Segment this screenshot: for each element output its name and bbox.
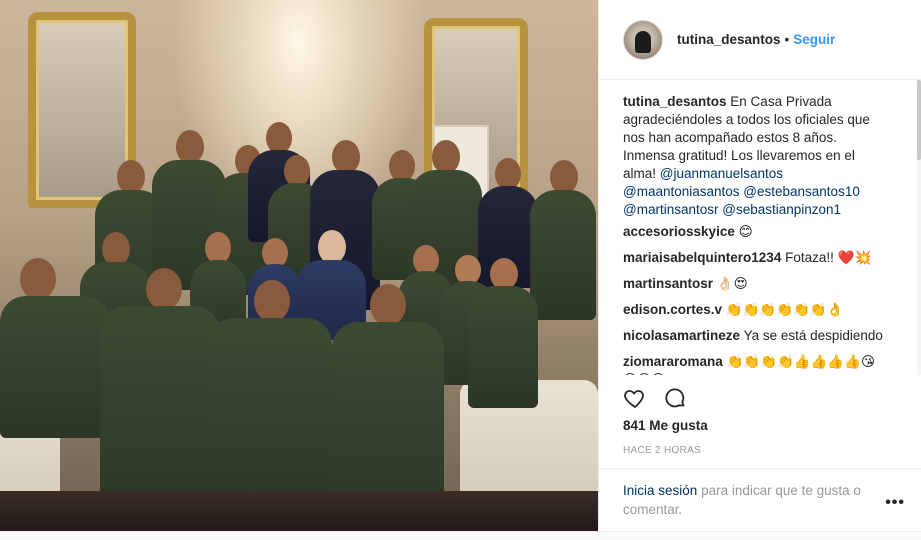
comment-text: Fotaza!! [785,250,834,265]
caption: tutina_desantos En Casa Privada agradeci… [623,93,885,219]
avatar[interactable] [623,19,663,60]
comment-username[interactable]: accesoriosskyice [623,224,735,239]
comments-scrollbar[interactable] [917,80,921,375]
scrollbar-thumb[interactable] [917,80,921,160]
person [468,258,538,408]
mention-link[interactable]: @juanmanuelsantos [660,166,783,181]
header-separator: • [784,32,790,47]
comments-list[interactable]: tutina_desantos En Casa Privada agradeci… [599,80,921,375]
mention-link[interactable]: @estebansantos10 [743,184,860,199]
floor [0,491,598,531]
comment-icon[interactable] [663,386,687,410]
comment-item: mariaisabelquintero1234 Fotaza!! ❤️💥 [623,249,885,267]
comment-emoji: 😊 [738,224,753,240]
post-header: tutina_desantos • Seguir [599,0,921,80]
comment-emoji: 👌🏻😍 [716,276,748,292]
likes-count[interactable]: 841 Me gusta [623,418,708,433]
mention-link[interactable]: @martinsantosr [623,202,718,217]
person [208,280,332,520]
mention-link[interactable]: @maantoniasantos [623,184,740,199]
comment-item: ziomararomana 👏👏👏👏👍👍👍👍😘😉😉😉 [623,353,885,375]
comment-username[interactable]: mariaisabelquintero1234 [623,250,781,265]
login-link[interactable]: Inicia sesión [623,483,697,498]
group-of-people [0,0,598,531]
action-bar [623,385,703,411]
person [530,160,596,320]
person [332,284,444,524]
comment-username[interactable]: nicolasamartineze [623,328,740,343]
person [100,268,220,518]
follow-button[interactable]: Seguir [793,32,835,47]
comment-username[interactable]: ziomararomana [623,354,723,369]
mention-link[interactable]: @sebastianpinzon1 [722,202,841,217]
post-timestamp[interactable]: HACE 2 HORAS [623,445,701,456]
page-bottom-edge [0,531,921,540]
comment-item: nicolasamartineze Ya se está despidiendo [623,327,885,345]
comment-item: martinsantosr 👌🏻😍 [623,275,885,293]
more-options-icon[interactable]: ••• [885,494,905,512]
caption-username[interactable]: tutina_desantos [623,94,727,109]
login-prompt: Inicia sesión para indicar que te gusta … [599,468,921,531]
heart-icon[interactable] [623,386,647,410]
post-photo[interactable] [0,0,598,531]
comment-text: Ya se está despidiendo [743,328,883,343]
person [0,258,110,438]
comment-item: accesoriosskyice 😊 [623,223,885,241]
header-username[interactable]: tutina_desantos [677,32,781,47]
comment-item: edison.cortes.v 👏👏👏👏👏👏👌 [623,301,885,319]
comment-emoji: 👏👏👏👏👏👏👌 [725,302,844,318]
post-sidebar: tutina_desantos • Seguir tutina_desantos… [598,0,921,531]
comment-emoji: ❤️💥 [837,250,872,266]
comment-username[interactable]: edison.cortes.v [623,302,722,317]
comment-username[interactable]: martinsantosr [623,276,713,291]
